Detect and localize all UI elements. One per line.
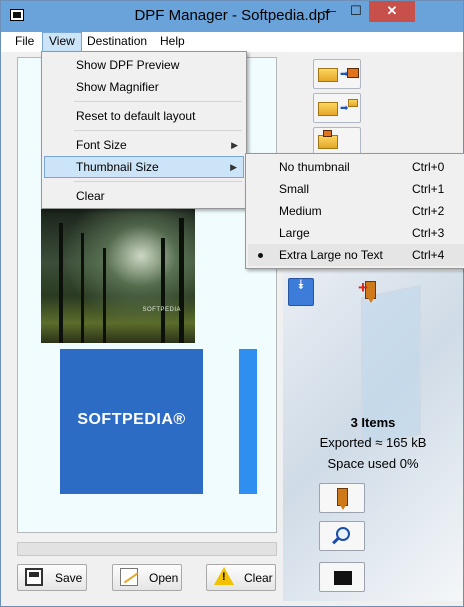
stop-button[interactable]: [319, 562, 365, 592]
exported-size: Exported ≈ 165 kB: [319, 435, 427, 450]
open-icon: [120, 568, 138, 586]
menu-item-label: No thumbnail: [279, 160, 350, 174]
maximize-button[interactable]: ☐: [343, 1, 369, 22]
menu-item-label: Thumbnail Size: [76, 160, 159, 174]
menu-help[interactable]: Help: [154, 32, 191, 52]
stop-icon: [334, 571, 352, 585]
save-button[interactable]: Save: [17, 564, 87, 591]
tree-trunk: [59, 223, 63, 343]
menu-reset-layout[interactable]: Reset to default layout: [44, 105, 244, 127]
add-bookmark-button[interactable]: +: [356, 278, 382, 306]
menu-size-large[interactable]: Large Ctrl+3: [248, 222, 464, 244]
export-folder-to-frame-button[interactable]: ➡: [313, 59, 361, 89]
menu-no-thumbnail[interactable]: No thumbnail Ctrl+0: [248, 156, 464, 178]
frame-icon: [347, 68, 359, 78]
bookmark-button[interactable]: [319, 483, 365, 513]
menu-show-magnifier[interactable]: Show Magnifier: [44, 76, 244, 98]
plus-icon: +: [358, 278, 368, 297]
menu-shortcut: Ctrl+3: [412, 226, 445, 240]
forest-photo-thumbnail[interactable]: SOFTPEDIA: [41, 209, 195, 343]
clear-label: Clear: [244, 571, 273, 585]
view-menu: Show DPF Preview Show Magnifier Reset to…: [41, 51, 247, 209]
title-bar[interactable]: DPF Manager - Softpedia.dpf — ☐ ✕: [1, 1, 463, 32]
menu-separator: [74, 130, 242, 131]
open-button[interactable]: Open: [112, 564, 182, 591]
magnifier-button[interactable]: [319, 521, 365, 551]
menu-shortcut: Ctrl+4: [412, 248, 445, 262]
tree-trunk: [103, 248, 106, 343]
menu-show-dpf-preview[interactable]: Show DPF Preview: [44, 54, 244, 76]
menu-item-label: Large: [279, 226, 310, 240]
menu-size-extra-large[interactable]: Extra Large no Text Ctrl+4: [248, 244, 464, 266]
menu-size-medium[interactable]: Medium Ctrl+2: [248, 200, 464, 222]
horizontal-scrollbar[interactable]: [17, 542, 277, 556]
menu-view[interactable]: View: [42, 32, 82, 52]
menu-file[interactable]: File: [9, 32, 40, 52]
menu-item-label: Font Size: [76, 138, 127, 152]
save-label: Save: [55, 571, 83, 585]
menu-shortcut: Ctrl+1: [412, 182, 445, 196]
menu-size-small[interactable]: Small Ctrl+1: [248, 178, 464, 200]
folder-icon: [318, 135, 338, 149]
menu-item-label: Medium: [279, 204, 322, 218]
close-button[interactable]: ✕: [369, 1, 415, 22]
menu-font-size[interactable]: Font Size ▶: [44, 134, 244, 156]
menu-shortcut: Ctrl+0: [412, 160, 445, 174]
thumbnail-partial[interactable]: [239, 349, 257, 494]
thumbnail-size-menu: No thumbnail Ctrl+0 Small Ctrl+1 Medium …: [245, 153, 464, 269]
open-label: Open: [149, 571, 179, 585]
menu-thumbnail-size[interactable]: Thumbnail Size ▶: [44, 156, 244, 178]
menu-item-label: Extra Large no Text: [279, 248, 383, 262]
copy-folder-button[interactable]: ➡: [313, 93, 361, 123]
menu-item-label: Reset to default layout: [76, 109, 196, 123]
menu-destination[interactable]: Destination: [81, 32, 153, 52]
items-count: 3 Items: [350, 415, 396, 430]
menu-item-label: Show DPF Preview: [76, 58, 180, 72]
submenu-arrow-icon: ▶: [231, 140, 238, 150]
app-window: DPF Manager - Softpedia.dpf — ☐ ✕ File V…: [0, 0, 464, 607]
menu-bar: File View Destination Help: [1, 32, 463, 52]
softpedia-thumbnail[interactable]: SOFTPEDIA®: [60, 349, 203, 494]
clear-button[interactable]: ! Clear: [206, 564, 276, 591]
folder-small-icon: [348, 99, 358, 107]
menu-item-label: Small: [279, 182, 310, 196]
tree-trunk: [161, 238, 165, 343]
menu-item-label: Clear: [76, 189, 105, 203]
tree-trunk: [179, 218, 184, 343]
submenu-arrow-icon: ▶: [230, 162, 237, 172]
menu-item-label: Show Magnifier: [76, 80, 159, 94]
space-used: Space used 0%: [327, 456, 419, 471]
radio-check-icon: [258, 253, 263, 258]
double-chevron-down-icon: ⯯: [297, 277, 305, 292]
menu-clear[interactable]: Clear: [44, 185, 244, 207]
minimize-button[interactable]: —: [316, 1, 343, 22]
thumbnail-logo-text: SOFTPEDIA®: [77, 411, 186, 428]
move-down-button[interactable]: ⯯: [288, 278, 314, 306]
menu-separator: [74, 181, 242, 182]
photo-caption: SOFTPEDIA: [142, 307, 181, 313]
tree-trunk: [81, 233, 84, 343]
menu-shortcut: Ctrl+2: [412, 204, 445, 218]
frame-icon: [323, 130, 332, 137]
magnifier-handle: [332, 536, 340, 545]
menu-separator: [74, 101, 242, 102]
folder-icon: [318, 68, 338, 82]
folder-icon: [318, 102, 338, 116]
warning-mark: !: [222, 571, 226, 583]
bookmark-icon: [337, 488, 348, 510]
save-icon: [25, 568, 43, 586]
